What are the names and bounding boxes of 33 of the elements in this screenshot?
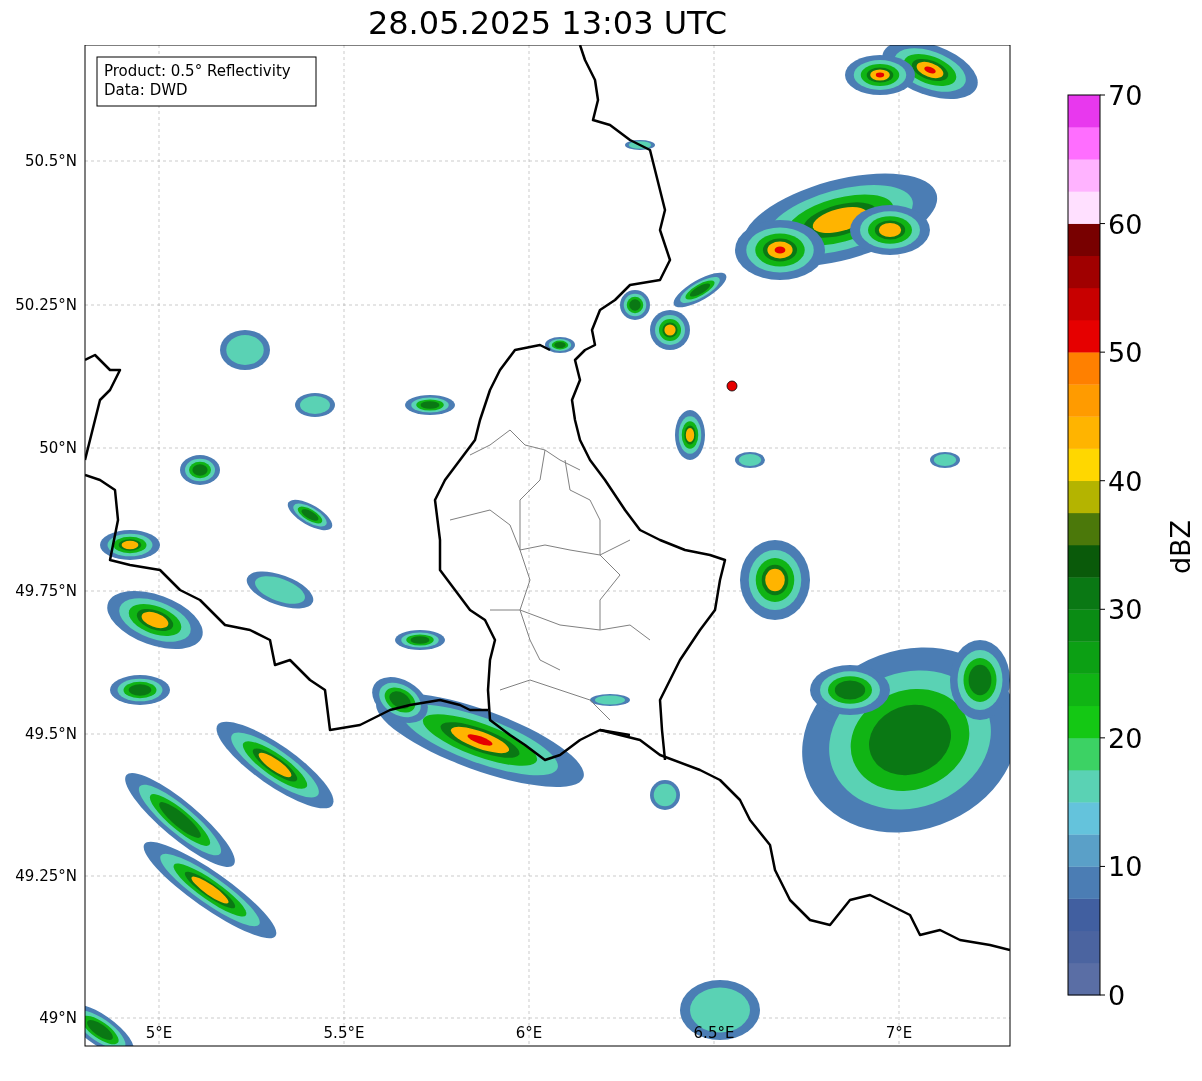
tick-label: 50.5°N (24, 152, 77, 170)
tick-label: 40 (1108, 465, 1143, 497)
tick-label: 49°N (39, 1009, 77, 1027)
tick-label: 50 (1108, 337, 1143, 369)
tick-mark (1099, 737, 1106, 739)
tick-label: 49.25°N (15, 867, 77, 885)
tick-label: 70 (1108, 80, 1143, 111)
tick-label: 50.25°N (15, 296, 77, 314)
tick-mark (1099, 865, 1106, 867)
tick-mark (1099, 223, 1106, 225)
tick-label: 6°E (515, 1024, 543, 1042)
tick-label: 49.5°N (24, 725, 77, 743)
tick-mark (1099, 351, 1106, 353)
tick-label: 6.5°E (693, 1024, 735, 1042)
tick-label: 5.5°E (323, 1024, 365, 1042)
tick-mark (1099, 994, 1106, 996)
legend-text: Product: 0.5° Reflectivity (104, 62, 291, 80)
tick-label: 50°N (39, 439, 77, 457)
tick-label: 10 (1108, 851, 1143, 883)
tick-label: 30 (1108, 594, 1143, 626)
tick-label: 5°E (145, 1024, 173, 1042)
axis-label: dBZ (1165, 519, 1196, 575)
legend-text: Data: DWD (104, 81, 188, 99)
tick-label: 49.75°N (15, 582, 77, 600)
tick-mark (1099, 480, 1106, 482)
tick-label: 20 (1108, 722, 1143, 754)
tick-label: 0 (1108, 980, 1126, 1011)
tick-mark (1099, 94, 1106, 96)
tick-label: 7°E (885, 1024, 913, 1042)
tick-mark (1099, 608, 1106, 610)
station-marker (726, 380, 738, 392)
chart-title: 28.05.2025 13:03 UTC (367, 3, 728, 42)
tick-label: 60 (1108, 208, 1143, 240)
